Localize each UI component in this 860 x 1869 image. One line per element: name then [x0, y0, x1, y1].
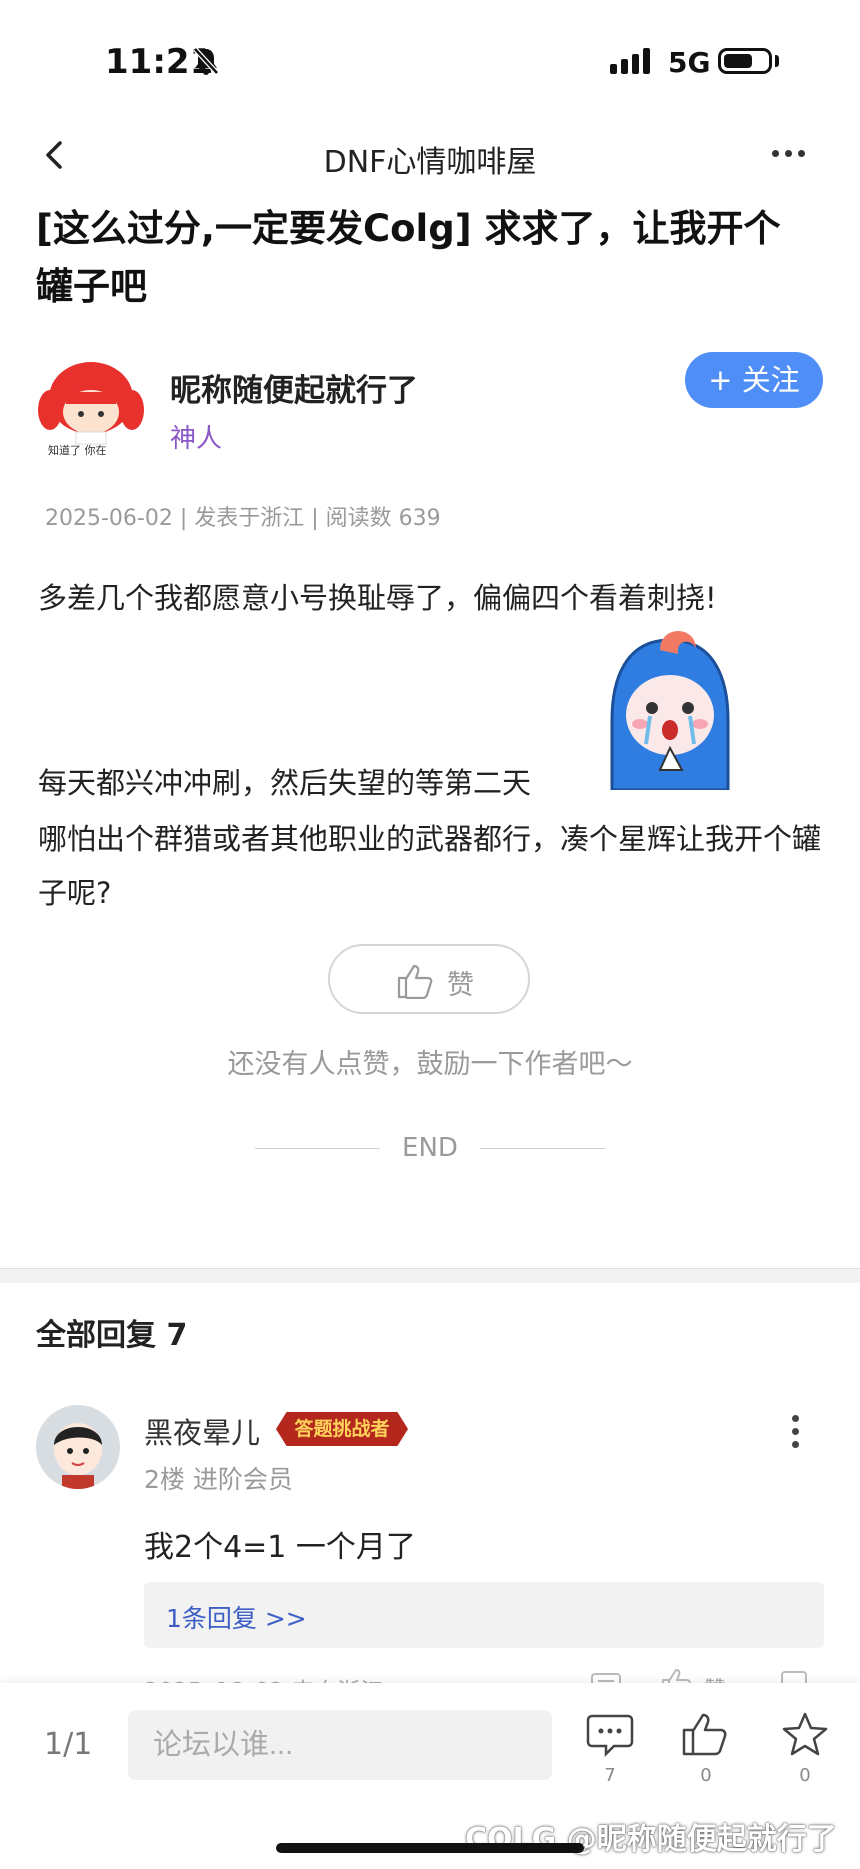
more-icon[interactable] — [772, 150, 805, 157]
battery-icon — [718, 48, 772, 74]
reply-floor: 2楼 进阶会员 — [144, 1465, 293, 1494]
comment-icon[interactable] — [582, 1710, 638, 1760]
like-count: 0 — [700, 1765, 712, 1786]
post-paragraph-2: 每天都兴冲冲刷，然后失望的等第二天 — [38, 766, 532, 800]
avatar-caption: 知道了 你在 — [48, 444, 107, 457]
thumbs-up-icon[interactable] — [678, 1710, 734, 1760]
post-meta: 2025-06-02 | 发表于浙江 | 阅读数 639 — [45, 506, 441, 531]
reply-avatar[interactable] — [36, 1405, 120, 1489]
like-button[interactable]: 赞 — [328, 944, 530, 1014]
page-indicator[interactable]: 1/1 — [44, 1727, 92, 1762]
like-hint: 还没有人点赞，鼓励一下作者吧～ — [227, 1049, 633, 1080]
author-avatar[interactable]: 知道了 你在 — [36, 358, 146, 458]
signal-icon — [610, 48, 650, 74]
end-label: END — [402, 1133, 458, 1163]
bell-muted-icon — [193, 47, 219, 79]
thumbs-up-icon — [396, 963, 434, 1003]
end-divider-left — [255, 1148, 380, 1149]
author-rank: 神人 — [170, 424, 223, 454]
network-label: 5G — [668, 46, 711, 79]
reply-author-name[interactable]: 黑夜晕儿 — [144, 1410, 260, 1452]
star-icon[interactable] — [777, 1710, 833, 1760]
like-label: 赞 — [447, 970, 474, 1001]
replies-header: 全部回复 7 — [36, 1318, 188, 1353]
comment-input[interactable] — [128, 1710, 552, 1780]
section-divider — [0, 1268, 860, 1283]
nav-title: DNF心情咖啡屋 — [323, 145, 537, 180]
post-title: [这么过分,一定要发Colg] 求求了，让我开个罐子吧 — [36, 207, 781, 308]
favorite-count: 0 — [799, 1765, 811, 1786]
sub-replies-link[interactable]: 1条回复 >> — [144, 1582, 824, 1648]
reply-text: 我2个4=1 一个月了 — [144, 1530, 416, 1565]
author-name[interactable]: 昵称随便起就行了 — [170, 365, 418, 410]
battery-tip — [775, 55, 779, 67]
comment-count: 7 — [604, 1765, 616, 1786]
crying-sticker-image — [600, 620, 740, 792]
post-paragraph-3: 哪怕出个群猎或者其他职业的武器都行，凑个星辉让我开个罐子呢? — [38, 822, 822, 910]
post-paragraph-1: 多差几个我都愿意小号换耻辱了，偏偏四个看着刺挠! — [38, 581, 717, 615]
reply-more-icon[interactable] — [792, 1415, 799, 1448]
sub-replies-label: 1条回复 >> — [166, 1604, 307, 1633]
home-indicator[interactable] — [276, 1843, 584, 1853]
reply-author-badge: 答题挑战者 — [276, 1412, 408, 1446]
end-divider-right — [480, 1148, 605, 1149]
follow-button[interactable]: + 关注 — [685, 352, 823, 408]
